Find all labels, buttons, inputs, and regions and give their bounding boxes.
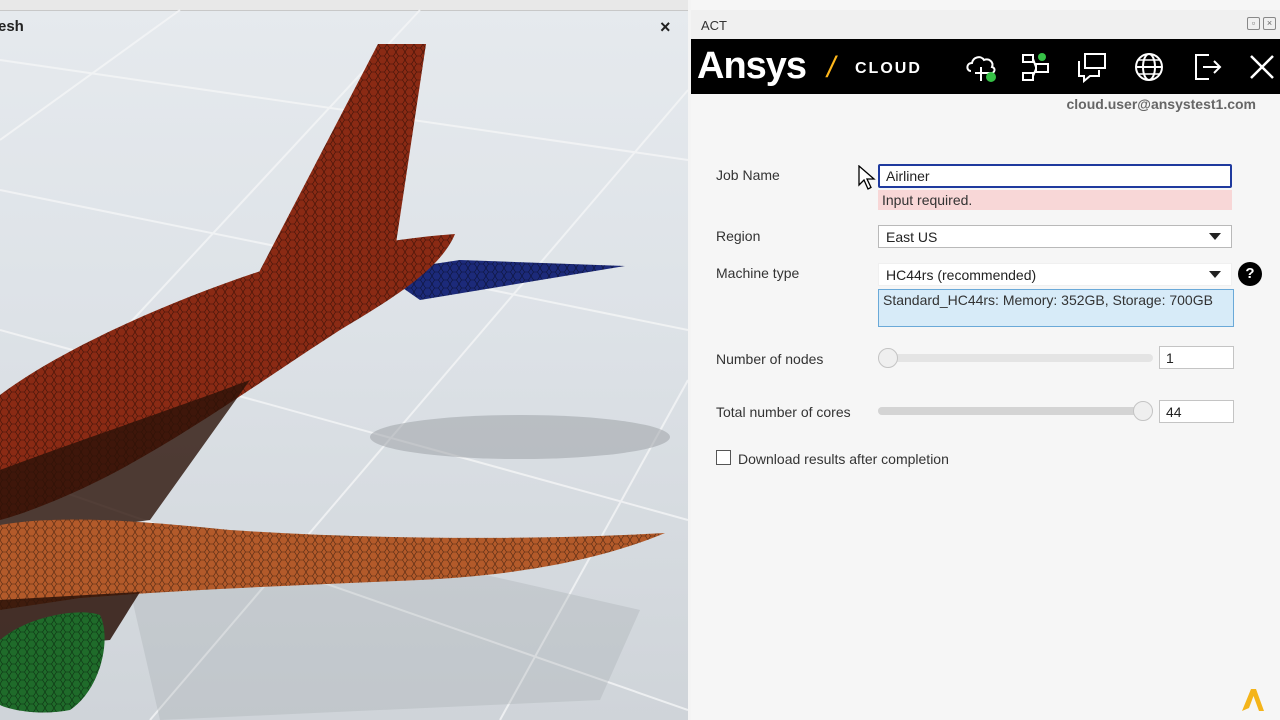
user-email: cloud.user@ansystest1.com bbox=[1066, 96, 1257, 112]
download-results-label: Download results after completion bbox=[738, 451, 949, 467]
act-panel: ACT ▫ × Ansys / CLOUD cloud.user@ansyste… bbox=[691, 0, 1280, 720]
region-select[interactable]: East US bbox=[878, 225, 1232, 248]
ansys-cloud-banner: Ansys / CLOUD bbox=[691, 39, 1280, 94]
act-header: ACT ▫ × bbox=[691, 10, 1280, 39]
close-icon[interactable] bbox=[1244, 49, 1280, 85]
messages-icon[interactable] bbox=[1074, 49, 1110, 85]
cluster-icon[interactable] bbox=[1018, 49, 1054, 85]
machine-type-select[interactable]: HC44rs (recommended) bbox=[878, 263, 1232, 286]
nodes-label: Number of nodes bbox=[716, 351, 824, 367]
cores-slider-track[interactable] bbox=[878, 407, 1153, 415]
machine-type-info: Standard_HC44rs: Memory: 352GB, Storage:… bbox=[878, 289, 1234, 327]
nodes-slider-thumb[interactable] bbox=[878, 348, 898, 368]
sign-out-icon[interactable] bbox=[1189, 49, 1225, 85]
brand-product: CLOUD bbox=[855, 60, 922, 77]
region-value: East US bbox=[886, 229, 938, 245]
nodes-input[interactable]: 1 bbox=[1159, 346, 1234, 369]
job-name-error: Input required. bbox=[878, 190, 1232, 210]
job-name-input[interactable] bbox=[878, 164, 1232, 188]
viewport-title: esh bbox=[0, 18, 24, 35]
mesh-viewport[interactable]: esh × bbox=[0, 0, 688, 720]
close-panel-icon[interactable]: × bbox=[1263, 17, 1276, 30]
chevron-down-icon bbox=[1209, 233, 1221, 240]
ansys-watermark-icon bbox=[1242, 689, 1264, 711]
help-icon[interactable]: ? bbox=[1238, 262, 1262, 286]
cores-slider-thumb[interactable] bbox=[1133, 401, 1153, 421]
act-title: ACT bbox=[701, 18, 727, 33]
airplane-mesh-scene bbox=[0, 9, 688, 720]
restore-icon[interactable]: ▫ bbox=[1247, 17, 1260, 30]
region-label: Region bbox=[716, 228, 761, 244]
nodes-slider-track[interactable] bbox=[878, 354, 1153, 362]
cores-input[interactable]: 44 bbox=[1159, 400, 1234, 423]
cloud-status-icon[interactable] bbox=[963, 49, 999, 85]
machine-type-value: HC44rs (recommended) bbox=[886, 267, 1037, 283]
mouse-cursor-icon bbox=[858, 165, 876, 190]
globe-icon[interactable] bbox=[1131, 49, 1167, 85]
job-name-label: Job Name bbox=[716, 167, 780, 183]
brand-separator: / bbox=[827, 51, 836, 84]
cores-slider-fill bbox=[878, 407, 1153, 415]
cores-label: Total number of cores bbox=[716, 404, 851, 420]
chevron-down-icon bbox=[1209, 271, 1221, 278]
ansys-logo: Ansys bbox=[697, 45, 807, 87]
machine-type-label: Machine type bbox=[716, 265, 800, 281]
viewport-close-icon[interactable]: × bbox=[660, 17, 671, 37]
download-results-checkbox[interactable] bbox=[716, 450, 731, 465]
